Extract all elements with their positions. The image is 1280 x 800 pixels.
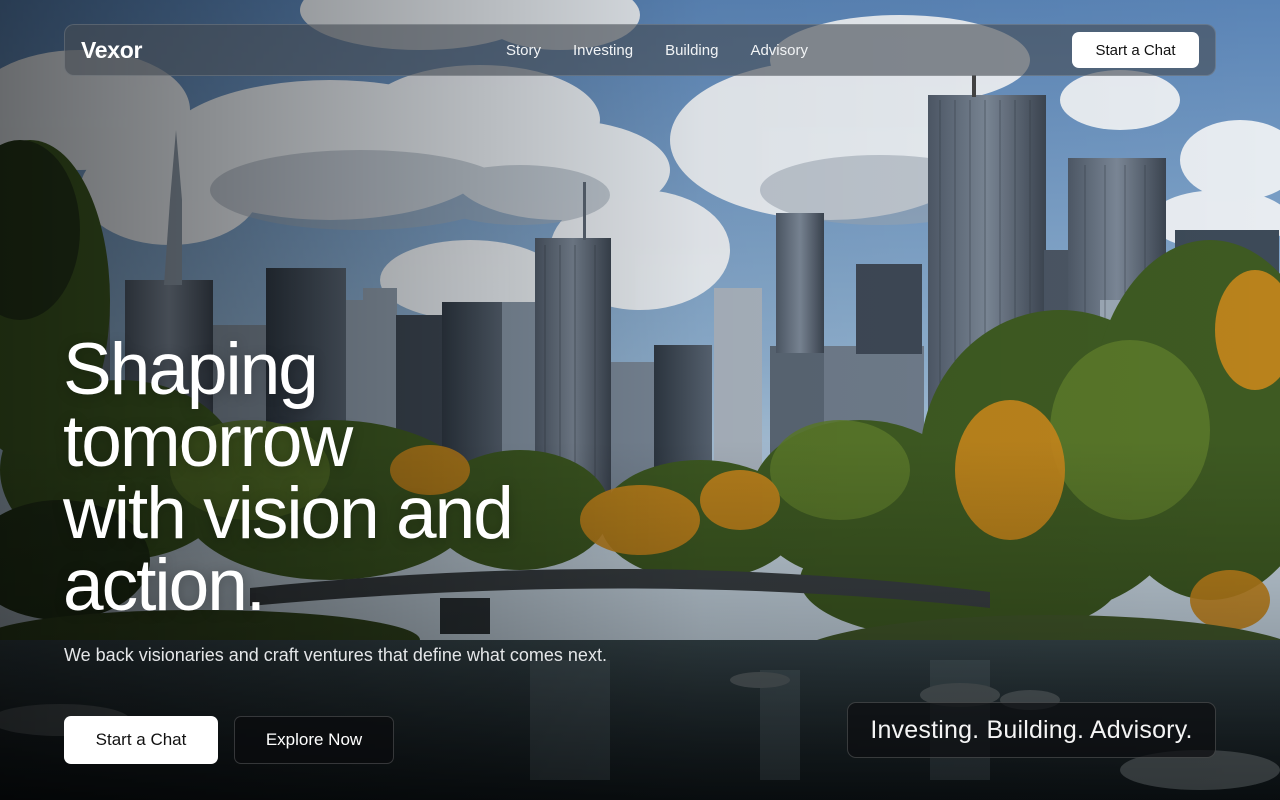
hero-title-line-4: action. <box>63 545 266 626</box>
hero-subtitle: We back visionaries and craft ventures t… <box>64 645 607 665</box>
nav-link-building[interactable]: Building <box>665 41 718 61</box>
nav-link-investing[interactable]: Investing <box>573 41 633 61</box>
hero-title: Shaping tomorrow with vision and action. <box>63 333 663 622</box>
hero-title-line-2: tomorrow <box>63 401 353 482</box>
start-chat-button[interactable]: Start a Chat <box>64 716 218 764</box>
brand-logo[interactable]: Vexor <box>81 37 142 64</box>
nav-start-chat-button[interactable]: Start a Chat <box>1072 32 1199 68</box>
nav-link-story[interactable]: Story <box>506 41 541 61</box>
explore-now-button[interactable]: Explore Now <box>234 716 394 764</box>
top-navigation-bar: Vexor Story Investing Building Advisory … <box>64 24 1216 76</box>
tagline-badge: Investing. Building. Advisory. <box>847 702 1216 758</box>
nav-links: Story Investing Building Advisory <box>506 41 840 61</box>
nav-link-advisory[interactable]: Advisory <box>750 41 808 61</box>
hero-title-line-1: Shaping <box>63 329 319 410</box>
hero-title-line-3: with vision and <box>63 473 514 554</box>
